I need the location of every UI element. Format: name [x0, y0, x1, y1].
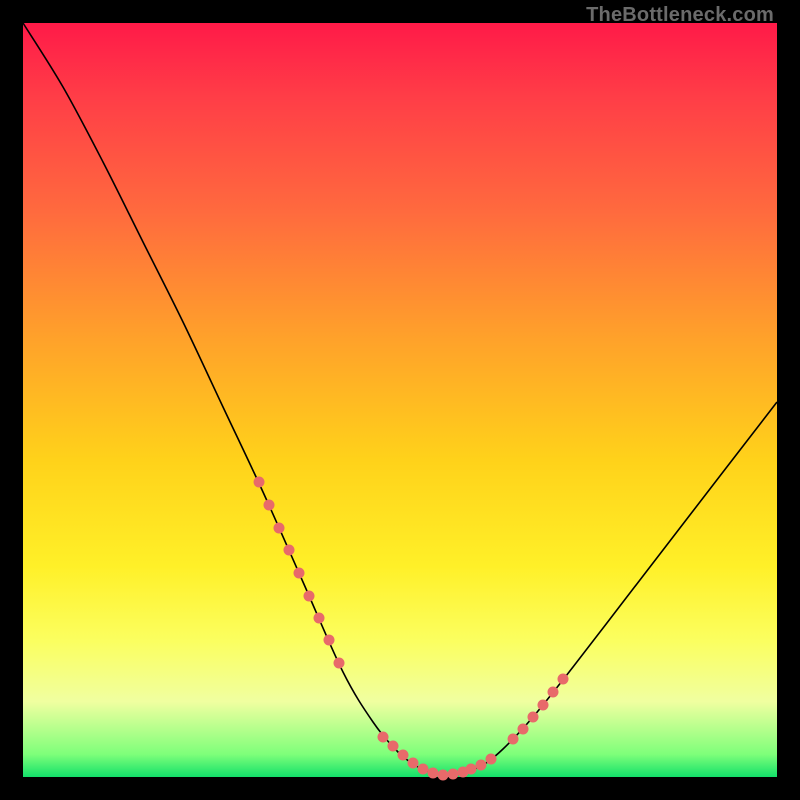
curve-svg: [23, 23, 777, 777]
marker-dot: [274, 523, 285, 534]
marker-group: [254, 477, 569, 781]
marker-dot: [254, 477, 265, 488]
chart-stage: TheBottleneck.com: [0, 0, 800, 800]
marker-dot: [558, 674, 569, 685]
marker-dot: [428, 768, 439, 779]
marker-dot: [388, 741, 399, 752]
marker-dot: [518, 724, 529, 735]
marker-dot: [324, 635, 335, 646]
plot-area: [23, 23, 777, 777]
marker-dot: [476, 760, 487, 771]
marker-dot: [408, 758, 419, 769]
marker-dot: [314, 613, 325, 624]
marker-dot: [486, 754, 497, 765]
marker-dot: [448, 769, 459, 780]
marker-dot: [398, 750, 409, 761]
marker-dot: [304, 591, 315, 602]
marker-dot: [548, 687, 559, 698]
marker-dot: [508, 734, 519, 745]
marker-dot: [528, 712, 539, 723]
marker-dot: [294, 568, 305, 579]
bottleneck-curve: [23, 23, 777, 775]
marker-dot: [418, 764, 429, 775]
marker-dot: [334, 658, 345, 669]
marker-dot: [538, 700, 549, 711]
marker-dot: [378, 732, 389, 743]
marker-dot: [264, 500, 275, 511]
marker-dot: [466, 764, 477, 775]
marker-dot: [438, 770, 449, 781]
marker-dot: [284, 545, 295, 556]
